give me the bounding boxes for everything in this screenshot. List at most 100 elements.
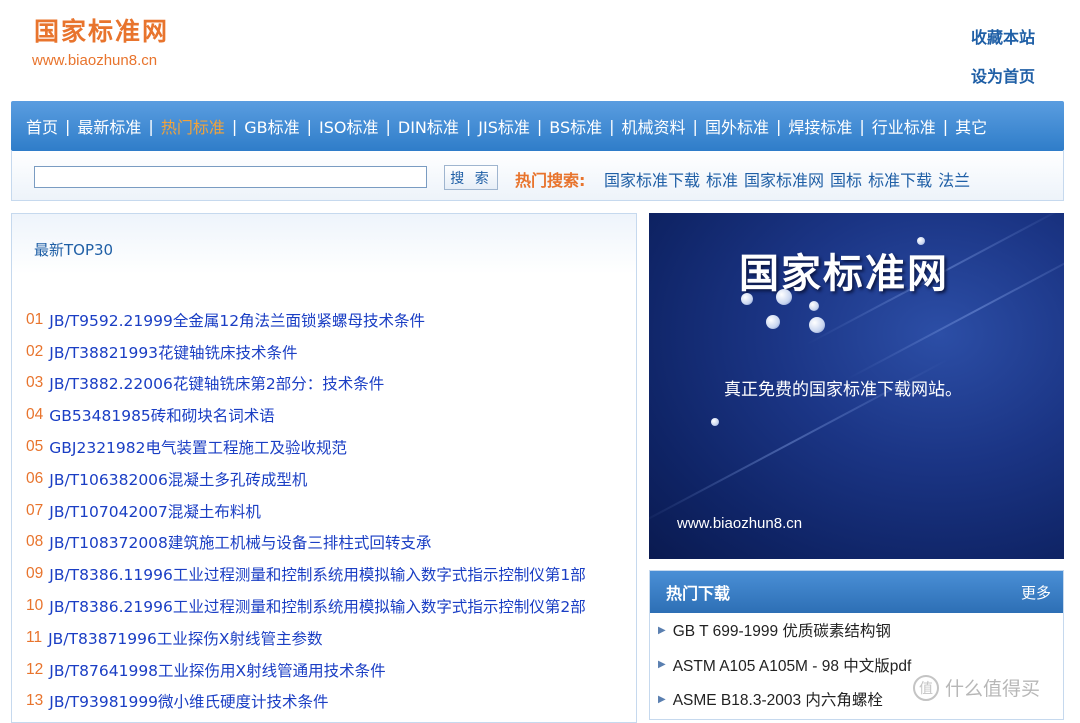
item-number: 13 xyxy=(26,692,44,710)
list-item: 12 JB/T87641998工业探伤用X射线管通用技术条件 xyxy=(26,654,586,686)
nav-separator: | xyxy=(231,116,238,136)
triangle-right-icon: ▶ xyxy=(658,693,666,705)
list-item: 03 JB/T3882.22006花键轴铣床第2部分：技术条件 xyxy=(26,368,586,400)
list-item: 10 JB/T8386.21996工业过程测量和控制系统用模拟输入数字式指示控制仪… xyxy=(26,590,586,622)
item-link[interactable]: JB/T8386.11996工业过程测量和控制系统用模拟输入数字式指示控制仪第1… xyxy=(49,563,585,585)
set-homepage-link[interactable]: 设为首页 xyxy=(971,63,1035,87)
triangle-right-icon: ▶ xyxy=(658,659,666,671)
item-number: 03 xyxy=(26,374,44,392)
latest-list: 01 JB/T9592.21999全金属12角法兰面锁紧螺母技术条件 02 JB/T… xyxy=(26,304,586,717)
item-link[interactable]: JB/T106382006混凝土多孔砖成型机 xyxy=(49,468,307,490)
list-item: 06 JB/T106382006混凝土多孔砖成型机 xyxy=(26,463,586,495)
list-item: 04 GB53481985砖和砌块名词术语 xyxy=(26,399,586,431)
bubble-decoration xyxy=(809,301,819,311)
hot-search-link[interactable]: 标准 xyxy=(706,167,738,191)
nav-separator: | xyxy=(536,116,543,136)
download-link[interactable]: ASTM A105 A105M - 98 中文版pdf xyxy=(673,654,912,676)
hot-search-label: 热门搜索: xyxy=(515,171,586,190)
watermark-text: 什么值得买 xyxy=(945,678,1041,700)
item-number: 08 xyxy=(26,533,44,551)
watermark-logo-icon: 值 xyxy=(913,674,939,701)
hot-search-link[interactable]: 国家标准下载 xyxy=(604,167,700,191)
list-item: 07 JB/T107042007混凝土布料机 xyxy=(26,495,586,527)
hot-search-link[interactable]: 国家标准网 xyxy=(744,167,824,191)
item-number: 01 xyxy=(26,310,44,328)
nav-item-latest[interactable]: 最新标准 xyxy=(77,114,141,138)
list-item: 09 JB/T8386.11996工业过程测量和控制系统用模拟输入数字式指示控制仪… xyxy=(26,558,586,590)
nav-separator: | xyxy=(148,116,154,136)
nav-separator: | xyxy=(859,116,865,136)
nav-separator: | xyxy=(942,116,949,136)
site-logo-title[interactable]: 国家标准网 xyxy=(34,12,169,48)
list-item: 02 JB/T38821993花键轴铣床技术条件 xyxy=(26,336,586,368)
nav-item-gb[interactable]: GB标准 xyxy=(244,114,299,138)
nav-separator: | xyxy=(775,116,782,136)
list-item: ▶ GB T 699-1999 优质碳素结构钢 xyxy=(658,613,1063,648)
list-item: 11 JB/T83871996工业探伤X射线管主参数 xyxy=(26,622,586,654)
list-item: 08 JB/T108372008建筑施工机械与设备三排柱式回转支承 xyxy=(26,527,586,559)
nav-item-bs[interactable]: BS标准 xyxy=(549,114,602,138)
bubble-decoration xyxy=(809,317,825,333)
main-nav: 首页 | 最新标准 | 热门标准 | GB标准 | ISO标准 | DIN标准 | JIS标… xyxy=(11,101,1064,151)
search-bar: 搜 索 热门搜索: 国家标准下载 标准 国家标准网 国标 标准下载 法兰 xyxy=(11,151,1064,201)
site-logo-url[interactable]: www.biaozhun8.cn xyxy=(32,52,157,69)
nav-item-din[interactable]: DIN标准 xyxy=(398,114,459,138)
item-link[interactable]: JB/T107042007混凝土布料机 xyxy=(49,500,261,522)
hot-search-link[interactable]: 标准下载 xyxy=(868,167,932,191)
more-link[interactable]: 更多 xyxy=(1021,582,1051,603)
item-link[interactable]: JB/T8386.21996工业过程测量和控制系统用模拟输入数字式指示控制仪第2… xyxy=(49,595,585,617)
search-input[interactable] xyxy=(34,166,427,188)
item-number: 10 xyxy=(26,597,44,615)
watermark: 值 什么值得买 xyxy=(913,674,1040,701)
nav-separator: | xyxy=(465,116,472,136)
item-link[interactable]: JB/T9592.21999全金属12角法兰面锁紧螺母技术条件 xyxy=(49,309,425,331)
item-link[interactable]: JB/T93981999微小维氏硬度计技术条件 xyxy=(49,690,328,712)
nav-item-home[interactable]: 首页 xyxy=(26,114,58,138)
nav-separator: | xyxy=(306,116,312,136)
nav-item-jis[interactable]: JIS标准 xyxy=(478,114,530,138)
promo-banner[interactable]: 国家标准网 真正免费的国家标准下载网站。 www.biaozhun8.cn xyxy=(649,213,1064,559)
bubble-decoration xyxy=(776,289,792,305)
nav-item-foreign[interactable]: 国外标准 xyxy=(705,114,769,138)
banner-url: www.biaozhun8.cn xyxy=(677,515,803,532)
hot-search-link[interactable]: 法兰 xyxy=(938,167,970,191)
item-number: 05 xyxy=(26,438,44,456)
item-link[interactable]: JB/T87641998工业探伤用X射线管通用技术条件 xyxy=(49,659,385,681)
search-button[interactable]: 搜 索 xyxy=(444,165,498,190)
hot-search-links: 国家标准下载 标准 国家标准网 国标 标准下载 法兰 xyxy=(604,167,970,191)
bubble-decoration xyxy=(711,418,719,426)
bubble-decoration xyxy=(917,237,925,245)
nav-item-machinery[interactable]: 机械资料 xyxy=(622,114,686,138)
item-link[interactable]: JB/T108372008建筑施工机械与设备三排柱式回转支承 xyxy=(49,531,431,553)
nav-item-industry[interactable]: 行业标准 xyxy=(872,114,936,138)
nav-separator: | xyxy=(609,116,615,136)
item-link[interactable]: GBJ2321982电气装置工程施工及验收规范 xyxy=(49,436,347,458)
bubble-decoration xyxy=(741,293,753,305)
nav-item-welding[interactable]: 焊接标准 xyxy=(788,114,852,138)
hot-search-link[interactable]: 国标 xyxy=(830,167,862,191)
nav-item-iso[interactable]: ISO标准 xyxy=(319,114,378,138)
latest-top30-panel: 最新TOP30 01 JB/T9592.21999全金属12角法兰面锁紧螺母技术条… xyxy=(11,213,637,723)
hot-downloads-title: 热门下载 xyxy=(666,584,731,603)
item-link[interactable]: JB/T83871996工业探伤X射线管主参数 xyxy=(48,627,322,649)
panel-title[interactable]: 最新TOP30 xyxy=(34,239,113,260)
nav-item-other[interactable]: 其它 xyxy=(955,114,987,138)
download-link[interactable]: GB T 699-1999 优质碳素结构钢 xyxy=(673,619,891,641)
nav-item-popular[interactable]: 热门标准 xyxy=(161,114,225,138)
bookmark-link[interactable]: 收藏本站 xyxy=(971,24,1035,48)
item-number: 07 xyxy=(26,501,44,519)
item-number: 09 xyxy=(26,565,44,583)
download-link[interactable]: ASME B18.3-2003 内六角螺栓 xyxy=(673,688,883,710)
banner-subtitle: 真正免费的国家标准下载网站。 xyxy=(724,380,962,400)
nav-separator: | xyxy=(692,116,698,136)
item-link[interactable]: JB/T38821993花键轴铣床技术条件 xyxy=(49,341,297,363)
item-link[interactable]: GB53481985砖和砌块名词术语 xyxy=(49,404,275,426)
item-link[interactable]: JB/T3882.22006花键轴铣床第2部分：技术条件 xyxy=(49,372,384,394)
banner-title: 国家标准网 xyxy=(739,251,949,297)
item-number: 04 xyxy=(26,406,44,424)
nav-separator: | xyxy=(385,116,391,136)
list-item: 01 JB/T9592.21999全金属12角法兰面锁紧螺母技术条件 xyxy=(26,304,586,336)
item-number: 11 xyxy=(26,628,43,646)
bubble-decoration xyxy=(766,315,780,329)
hot-downloads-header: 热门下载 更多 xyxy=(650,571,1063,613)
